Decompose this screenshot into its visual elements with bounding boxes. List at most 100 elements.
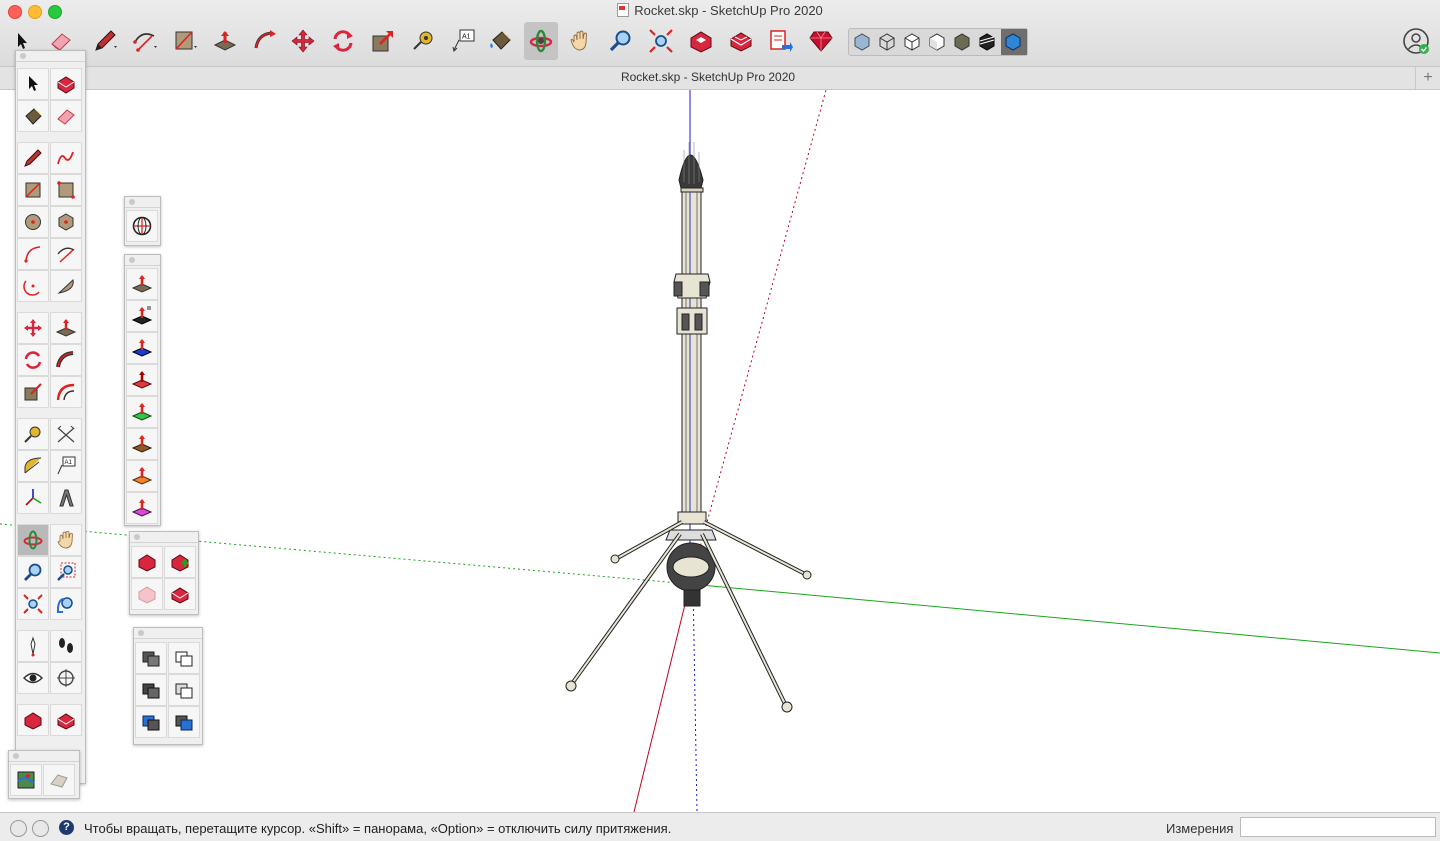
paint-bucket-tool-button[interactable]: [484, 22, 518, 60]
palette-drag-handle[interactable]: [130, 532, 198, 543]
xray-style-icon[interactable]: [854, 33, 870, 51]
tape-measure-tool-button[interactable]: [406, 22, 440, 60]
pan-tool-button[interactable]: [50, 524, 82, 556]
zoom-extents-button[interactable]: [17, 588, 49, 620]
polygon-tool-button[interactable]: [50, 206, 82, 238]
view-variant-b-button[interactable]: [168, 642, 200, 674]
eraser-button[interactable]: [50, 100, 82, 132]
credits-info-icon[interactable]: [32, 820, 49, 837]
push-pull-variant-b-button[interactable]: [126, 300, 158, 332]
follow-me-button[interactable]: [50, 344, 82, 376]
zoom-extents-tool-button[interactable]: [644, 22, 678, 60]
view-variant-e-button[interactable]: [135, 706, 167, 738]
orbit-tool-button[interactable]: [17, 524, 49, 556]
extension-warehouse-button[interactable]: [50, 704, 82, 736]
rectangle-tool-button[interactable]: [17, 174, 49, 206]
position-camera-button[interactable]: [17, 630, 49, 662]
palette-drag-handle[interactable]: [125, 255, 160, 266]
text-tool-button[interactable]: A1: [446, 22, 480, 60]
make-component-button[interactable]: [50, 68, 82, 100]
freehand-tool-button[interactable]: [50, 142, 82, 174]
palette-drag-handle[interactable]: [125, 197, 160, 208]
line-tool-button[interactable]: [17, 142, 49, 174]
push-pull-variant-c-button[interactable]: [126, 332, 158, 364]
previous-view-button[interactable]: [50, 588, 82, 620]
push-pull-variant-g-button[interactable]: [126, 460, 158, 492]
push-pull-tool-button[interactable]: [208, 22, 242, 60]
model-drawing[interactable]: [0, 89, 1440, 813]
push-pull-variant-e-button[interactable]: [126, 396, 158, 428]
add-location-button[interactable]: [126, 210, 158, 242]
follow-me-tool-button[interactable]: [248, 22, 282, 60]
section-plane-button[interactable]: [50, 662, 82, 694]
send-to-layout-button[interactable]: [764, 22, 798, 60]
geolocation-status-icon[interactable]: [10, 820, 27, 837]
view-variant-d-button[interactable]: [168, 674, 200, 706]
pie-tool-button[interactable]: [50, 270, 82, 302]
new-tab-button[interactable]: +: [1415, 67, 1440, 89]
dimension-tool-button[interactable]: [50, 418, 82, 450]
push-pull-button[interactable]: [50, 312, 82, 344]
3d-warehouse-button[interactable]: [17, 704, 49, 736]
shaded-textures-style-icon[interactable]: [954, 33, 970, 51]
pencil-tool-button[interactable]: [88, 22, 122, 60]
share-model-button[interactable]: [164, 546, 196, 578]
push-pull-variant-a-button[interactable]: [126, 268, 158, 300]
view-variant-f-button[interactable]: [168, 706, 200, 738]
palette-drag-handle[interactable]: [9, 751, 79, 762]
hidden-line-style-icon[interactable]: [904, 33, 920, 51]
monochrome-style-icon[interactable]: [979, 33, 995, 51]
document-tab[interactable]: Rocket.skp - SketchUp Pro 2020: [0, 70, 1416, 84]
zoom-tool-button[interactable]: [17, 556, 49, 588]
orbit-tool-button[interactable]: [524, 22, 558, 60]
arc-tool-button[interactable]: [128, 22, 162, 60]
move-tool-button[interactable]: [17, 312, 49, 344]
wireframe-style-icon[interactable]: [879, 33, 895, 51]
move-tool-button[interactable]: [286, 22, 320, 60]
rotate-tool-button[interactable]: [17, 344, 49, 376]
look-around-button[interactable]: [17, 662, 49, 694]
arc-tool-button[interactable]: [17, 238, 49, 270]
shaded-style-icon[interactable]: [929, 33, 945, 51]
palette-drag-handle[interactable]: [16, 51, 85, 62]
3d-text-button[interactable]: [50, 482, 82, 514]
two-point-arc-button[interactable]: [50, 238, 82, 270]
offset-tool-button[interactable]: [50, 376, 82, 408]
zoom-tool-button[interactable]: [604, 22, 638, 60]
push-pull-variant-d-button[interactable]: [126, 364, 158, 396]
rectangle-tool-button[interactable]: [168, 22, 202, 60]
select-tool-button[interactable]: [17, 68, 49, 100]
push-pull-variant-h-button[interactable]: [126, 492, 158, 524]
share-component-button[interactable]: [131, 578, 163, 610]
tape-measure-button[interactable]: [17, 418, 49, 450]
view-variant-a-button[interactable]: [135, 642, 167, 674]
help-question-icon[interactable]: ?: [59, 820, 74, 835]
extension-warehouse-button[interactable]: [724, 22, 758, 60]
walk-tool-button[interactable]: [50, 630, 82, 662]
account-icon[interactable]: [1402, 27, 1430, 55]
pan-tool-button[interactable]: [564, 22, 598, 60]
scale-tool-button[interactable]: [366, 22, 400, 60]
rotated-rectangle-button[interactable]: [50, 174, 82, 206]
zoom-window-button[interactable]: [50, 556, 82, 588]
protractor-button[interactable]: [17, 450, 49, 482]
scale-tool-button[interactable]: [17, 376, 49, 408]
paint-bucket-button[interactable]: [17, 100, 49, 132]
add-location-button[interactable]: [10, 764, 42, 796]
extension-warehouse-button[interactable]: [164, 578, 196, 610]
solid-style-icon[interactable]: [1001, 29, 1027, 55]
text-tool-button[interactable]: A1: [50, 450, 82, 482]
rotate-tool-button[interactable]: [326, 22, 360, 60]
palette-drag-handle[interactable]: [134, 628, 202, 639]
three-point-arc-button[interactable]: [17, 270, 49, 302]
extension-manager-button[interactable]: [804, 22, 838, 60]
toggle-terrain-button[interactable]: [43, 764, 75, 796]
push-pull-variant-f-button[interactable]: [126, 428, 158, 460]
view-variant-c-button[interactable]: [135, 674, 167, 706]
measurements-input[interactable]: [1240, 817, 1436, 837]
3d-viewport[interactable]: [0, 89, 1440, 813]
3d-warehouse-button[interactable]: [684, 22, 718, 60]
axes-tool-button[interactable]: [17, 482, 49, 514]
circle-tool-button[interactable]: [17, 206, 49, 238]
get-models-button[interactable]: [131, 546, 163, 578]
